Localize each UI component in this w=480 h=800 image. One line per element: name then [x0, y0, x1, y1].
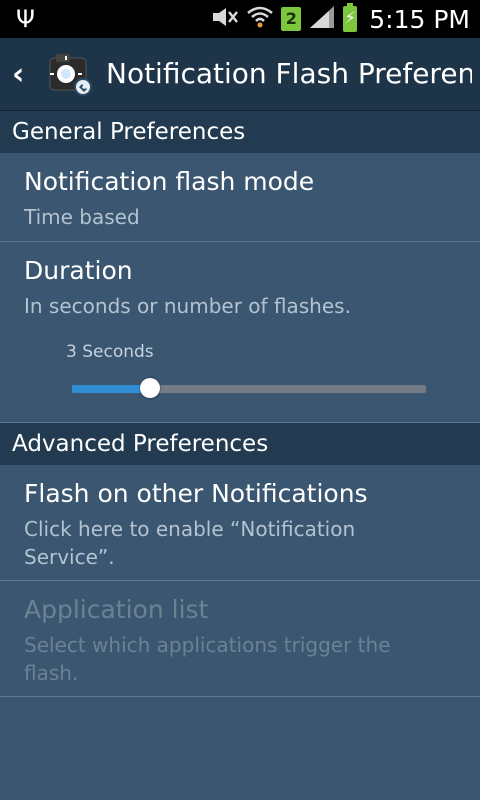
back-button[interactable]: ‹	[0, 38, 108, 110]
sim-badge-icon: 2	[281, 7, 302, 31]
pref-summary: In seconds or number of flashes.	[24, 294, 351, 318]
clock: 5:15 PM	[369, 4, 470, 34]
pref-title: Flash on other Notifications	[24, 479, 368, 508]
pref-summary: Select which applications trigger the fl…	[24, 633, 391, 685]
status-bar: Ψ 2 ⚡ 5:15 PM	[0, 0, 480, 38]
camera-flash-app-icon	[48, 52, 92, 96]
slider-value-label: 3 Seconds	[66, 342, 154, 362]
page-title: Notification Flash Preferen..	[106, 57, 472, 90]
wifi-icon	[247, 6, 274, 33]
pref-summary: Click here to enable “Notification Servi…	[24, 517, 356, 569]
slider-fill	[72, 385, 150, 393]
signal-icon	[309, 5, 335, 34]
pref-title: Application list	[24, 595, 209, 624]
pref-title: Duration	[24, 256, 133, 285]
pref-summary: Time based	[24, 205, 140, 229]
duration-item: Duration In seconds or number of flashes…	[0, 242, 480, 423]
action-bar: ‹ Notification Flash Preferen..	[0, 38, 480, 111]
pref-title: Notification flash mode	[24, 167, 315, 196]
battery-charging-icon: ⚡	[343, 3, 358, 32]
mute-icon	[211, 6, 239, 33]
application-list-item: Application list Select which applicatio…	[0, 581, 480, 697]
section-header-general: General Preferences	[0, 111, 480, 153]
notification-flash-mode-item[interactable]: Notification flash mode Time based	[0, 153, 480, 242]
section-header-advanced: Advanced Preferences	[0, 423, 480, 465]
flash-on-other-notifications-item[interactable]: Flash on other Notifications Click here …	[0, 465, 480, 581]
usb-icon: Ψ	[16, 5, 35, 33]
slider-thumb[interactable]	[139, 378, 160, 398]
status-icons: 2 ⚡ 5:15 PM	[211, 0, 470, 38]
chevron-left-icon[interactable]: ‹	[12, 60, 24, 90]
duration-slider[interactable]	[72, 378, 426, 398]
